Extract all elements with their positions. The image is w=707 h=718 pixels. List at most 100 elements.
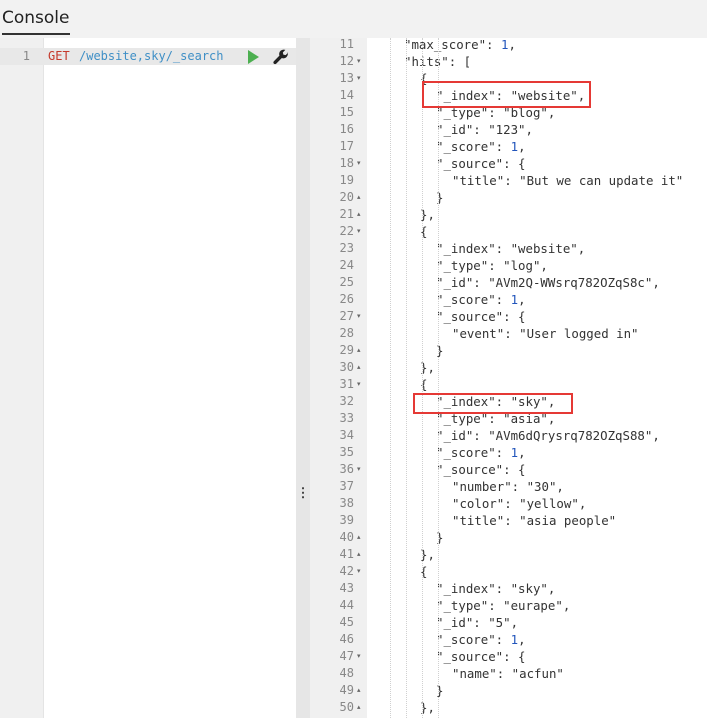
response-line: 42 ▾{ [310,563,707,580]
response-line-text: "_type": "eurape", [436,598,571,613]
fold-toggle-icon[interactable]: ▾ [357,308,361,325]
fold-toggle-icon[interactable]: ▴ [357,699,361,716]
response-line: 43 "_index": "sky", [310,580,707,597]
response-line: 35 "_score": 1, [310,444,707,461]
response-line: 25 "_id": "AVm2Q-WWsrq782OZqS8c", [310,274,707,291]
fold-toggle-icon[interactable]: ▴ [357,189,361,206]
fold-toggle-icon[interactable]: ▾ [357,648,361,665]
response-line: 30 ▴}, [310,359,707,376]
response-line-number: 36 [339,462,354,476]
highlight-index-website [422,81,591,108]
response-line-number: 44 [339,598,354,612]
response-line-number: 16 [339,122,354,136]
tab-console[interactable]: Console [2,8,70,35]
request-gutter [0,38,44,718]
response-line-text: "_source": { [436,309,526,324]
request-editor[interactable]: 1 GET /website,sky/_search [0,38,296,718]
response-line: 19 "title": "But we can update it" [310,172,707,189]
response-line-number: 30 [339,360,354,374]
response-line: 20 ▴} [310,189,707,206]
response-line: 28 "event": "User logged in" [310,325,707,342]
response-line: 23 "_index": "website", [310,240,707,257]
response-line-text: "_score": 1, [436,292,526,307]
console-header: Console [0,0,707,38]
response-line: 17 "_score": 1, [310,138,707,155]
response-line: 49 ▴} [310,682,707,699]
response-line: 22 ▾{ [310,223,707,240]
response-line-text: "event": "User logged in" [452,326,639,341]
fold-toggle-icon[interactable]: ▴ [357,342,361,359]
response-line-text: "name": "acfun" [452,666,564,681]
response-line-number: 20 [339,190,354,204]
response-line: 26 "_score": 1, [310,291,707,308]
response-line-text: "_index": "sky", [436,581,556,596]
fold-toggle-icon[interactable]: ▴ [357,359,361,376]
response-line: 37 "number": "30", [310,478,707,495]
fold-toggle-icon[interactable]: ▾ [357,563,361,580]
fold-toggle-icon[interactable]: ▾ [357,376,361,393]
fold-toggle-icon[interactable]: ▾ [357,461,361,478]
indent-guide [390,38,391,718]
drag-handle-icon[interactable] [302,486,304,500]
response-viewer[interactable]: 11 "max_score": 1, 12 ▾ "hits": [13 ▾{14 "_ind… [310,38,707,718]
fold-toggle-icon[interactable]: ▾ [357,53,361,70]
response-line-number: 43 [339,581,354,595]
response-line-number: 26 [339,292,354,306]
fold-toggle-icon[interactable]: ▴ [357,529,361,546]
response-line: 48 "name": "acfun" [310,665,707,682]
response-line-text: "_score": 1, [436,632,526,647]
response-line-text: "_id": "AVm6dQrysrq782OZqS88", [436,428,660,443]
request-url[interactable]: /website,sky/_search [79,48,224,65]
response-line-number: 29 [339,343,354,357]
response-line-number: 27 [339,309,354,323]
fold-toggle-icon[interactable]: ▴ [357,682,361,699]
response-line-number: 34 [339,428,354,442]
pane-divider[interactable] [296,38,310,718]
response-line: 34 "_id": "AVm6dQrysrq782OZqS88", [310,427,707,444]
response-line-number: 18 [339,156,354,170]
response-line-number: 41 [339,547,354,561]
response-line-number: 32 [339,394,354,408]
response-line: 24 "_type": "log", [310,257,707,274]
response-line: 36 ▾ "_source": { [310,461,707,478]
request-line-number: 1 [22,49,30,63]
response-line-number: 31 [339,377,354,391]
response-line: 46 "_score": 1, [310,631,707,648]
response-line-number: 35 [339,445,354,459]
fold-toggle-icon[interactable]: ▾ [357,155,361,172]
response-line-number: 45 [339,615,354,629]
fold-toggle-icon[interactable]: ▾ [357,70,361,87]
response-line-text: "max_score": 1, [404,38,516,52]
response-line: 44 "_type": "eurape", [310,597,707,614]
response-line-number: 28 [339,326,354,340]
response-line-number: 50 [339,700,354,714]
indent-guide [406,38,407,718]
response-line-number: 23 [339,241,354,255]
response-line: 27 ▾ "_source": { [310,308,707,325]
response-line-number: 13 [339,71,354,85]
response-line: 11 "max_score": 1, [310,38,707,53]
response-line-text: "_score": 1, [436,139,526,154]
fold-toggle-icon[interactable]: ▴ [357,546,361,563]
play-icon[interactable] [248,50,259,64]
response-line-text: "_id": "5", [436,615,519,630]
response-line-number: 11 [339,38,354,51]
fold-toggle-icon[interactable]: ▴ [357,206,361,223]
response-line-number: 24 [339,258,354,272]
response-line: 41 ▴}, [310,546,707,563]
response-line-text: "_source": { [436,156,526,171]
response-line-text: "_source": { [436,649,526,664]
response-line-number: 17 [339,139,354,153]
response-line: 45 "_id": "5", [310,614,707,631]
response-line-number: 42 [339,564,354,578]
request-method[interactable]: GET [48,48,70,65]
fold-toggle-icon[interactable]: ▾ [357,223,361,240]
response-line: 50 ▴}, [310,699,707,716]
response-line: 16 "_id": "123", [310,121,707,138]
response-line-text: "title": "But we can update it" [452,173,684,188]
response-line-number: 21 [339,207,354,221]
response-line: 21 ▴}, [310,206,707,223]
response-line: 12 ▾ "hits": [ [310,53,707,70]
request-line[interactable]: 1 GET /website,sky/_search [0,48,296,65]
wrench-icon[interactable] [272,48,290,66]
